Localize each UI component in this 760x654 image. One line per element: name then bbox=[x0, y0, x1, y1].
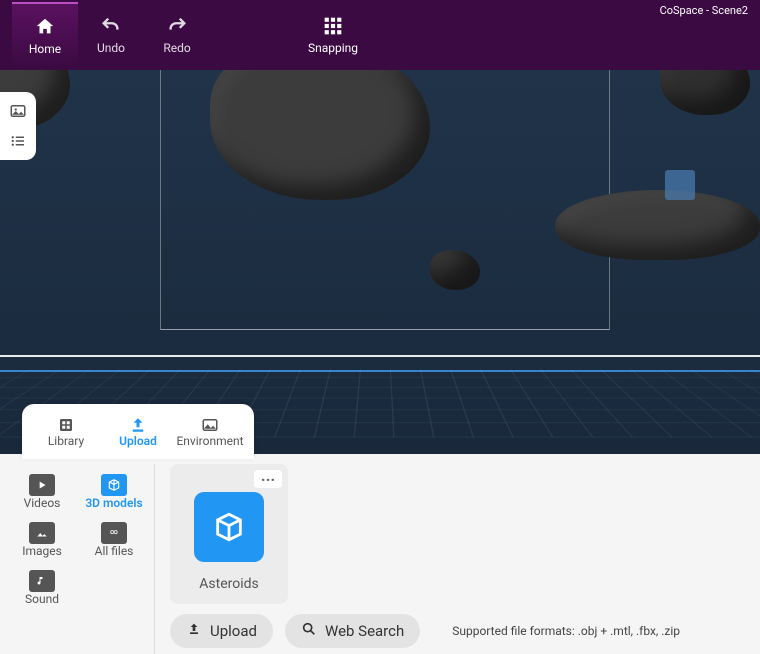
filter-images[interactable]: Images bbox=[6, 518, 78, 562]
snapping-label: Snapping bbox=[308, 41, 358, 55]
snapping-icon bbox=[320, 15, 346, 37]
upload-icon bbox=[125, 416, 151, 434]
asset-name: Asteroids bbox=[199, 576, 258, 592]
filter-images-label: Images bbox=[22, 544, 62, 558]
gizmo-handle[interactable] bbox=[665, 170, 695, 200]
undo-button[interactable]: Undo bbox=[78, 2, 144, 68]
tab-environment-label: Environment bbox=[176, 434, 243, 448]
asset-menu-button[interactable]: ··· bbox=[254, 470, 282, 488]
environment-icon bbox=[197, 416, 223, 434]
action-row: Upload Web Search Supported file formats… bbox=[170, 614, 750, 648]
upload-button[interactable]: Upload bbox=[170, 614, 273, 648]
upload-button-label: Upload bbox=[210, 622, 257, 640]
scene-image-icon[interactable] bbox=[7, 100, 29, 122]
tab-library-label: Library bbox=[48, 434, 84, 448]
filter-videos[interactable]: Videos bbox=[6, 470, 78, 514]
cube-icon bbox=[101, 474, 127, 496]
tab-library[interactable]: Library bbox=[30, 407, 102, 457]
asset-card-asteroids[interactable]: ··· Asteroids bbox=[170, 464, 288, 604]
scene-list-icon[interactable] bbox=[7, 130, 29, 152]
snapping-button[interactable]: Snapping bbox=[300, 2, 366, 68]
tab-environment[interactable]: Environment bbox=[174, 407, 246, 457]
home-button[interactable]: Home bbox=[12, 2, 78, 68]
side-toolbox bbox=[0, 92, 36, 160]
video-icon bbox=[29, 474, 55, 496]
web-search-button[interactable]: Web Search bbox=[285, 614, 420, 648]
asteroid-object[interactable] bbox=[660, 70, 750, 115]
web-search-label: Web Search bbox=[325, 622, 404, 640]
asset-content: ··· Asteroids Upload Web Search Supporte… bbox=[170, 464, 750, 654]
filter-3dmodels-label: 3D models bbox=[85, 496, 142, 510]
horizon-line bbox=[0, 355, 760, 357]
asteroid-object[interactable] bbox=[555, 190, 760, 260]
library-icon bbox=[53, 416, 79, 434]
tab-upload-label: Upload bbox=[119, 434, 157, 448]
filter-3d-models[interactable]: 3D models bbox=[78, 470, 150, 514]
tab-upload[interactable]: Upload bbox=[102, 407, 174, 457]
filter-videos-label: Videos bbox=[24, 496, 61, 510]
undo-icon bbox=[98, 15, 124, 37]
filter-sound-label: Sound bbox=[25, 592, 59, 606]
sound-icon bbox=[29, 570, 55, 592]
top-toolbar: CoSpace - Scene2 Home Undo Redo Snapping bbox=[0, 0, 760, 70]
redo-icon bbox=[164, 15, 190, 37]
asteroid-object[interactable] bbox=[430, 250, 480, 290]
infinity-icon bbox=[101, 522, 127, 544]
app-title: CoSpace - Scene2 bbox=[660, 4, 748, 17]
undo-label: Undo bbox=[97, 41, 125, 55]
asset-thumbnail bbox=[194, 492, 264, 562]
upload-action-icon bbox=[186, 621, 202, 641]
search-icon bbox=[301, 621, 317, 641]
filter-sidebar: Videos 3D models Images All files bbox=[0, 464, 155, 654]
home-icon bbox=[32, 16, 58, 38]
filter-sound[interactable]: Sound bbox=[6, 566, 78, 610]
home-label: Home bbox=[29, 42, 61, 56]
redo-button[interactable]: Redo bbox=[144, 2, 210, 68]
asset-panel: Library Upload Environment Videos bbox=[0, 454, 760, 654]
filter-allfiles-label: All files bbox=[95, 544, 134, 558]
image-icon bbox=[29, 522, 55, 544]
filter-all-files[interactable]: All files bbox=[78, 518, 150, 562]
redo-label: Redo bbox=[163, 41, 190, 55]
panel-tabs: Library Upload Environment bbox=[22, 404, 254, 459]
supported-formats: Supported file formats: .obj + .mtl, .fb… bbox=[452, 624, 680, 638]
